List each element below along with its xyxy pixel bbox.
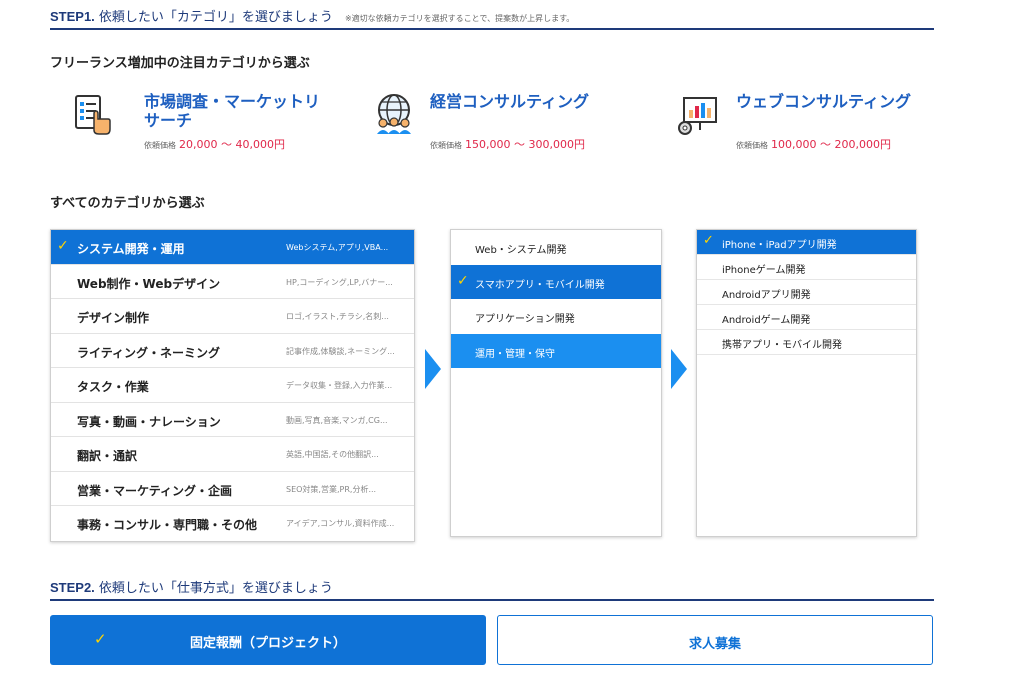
- subcategory-name: Web・システム開発: [475, 245, 567, 256]
- detail-name: iPhone・iPadアプリ開発: [722, 240, 837, 251]
- category-item-office-consulting[interactable]: 事務・コンサル・専門職・その他 アイデア,コンサル,資料作成...: [51, 506, 414, 541]
- category-list: ✓ システム開発・運用 Webシステム,アプリ,VBA... Web制作・Web…: [50, 229, 415, 542]
- category-name: 翻訳・通訳: [77, 449, 138, 463]
- category-item-sales-marketing[interactable]: 営業・マーケティング・企画 SEO対策,営業,PR,分析...: [51, 472, 414, 506]
- detail-item-android-app[interactable]: Androidアプリ開発: [697, 280, 916, 305]
- subcategory-list: Web・システム開発 ✓ スマホアプリ・モバイル開発 アプリケーション開発 運用…: [450, 229, 662, 537]
- step1-number: STEP1.: [50, 9, 95, 24]
- category-item-writing[interactable]: ライティング・ネーミング 記事作成,体験談,ネーミング...: [51, 334, 414, 368]
- category-item-design[interactable]: デザイン制作 ロゴ,イラスト,チラシ,名刺...: [51, 299, 414, 334]
- category-sub: Webシステム,アプリ,VBA...: [286, 243, 389, 252]
- price-label: 依頼価格: [736, 141, 768, 150]
- category-sub: 動画,写真,音楽,マンガ,CG...: [286, 415, 388, 425]
- step2-number: STEP2.: [50, 580, 95, 595]
- featured-category-web-consulting[interactable]: ウェブコンサルティング 依頼価格 100,000 〜 200,000円: [676, 92, 916, 162]
- price-value: 20,000 〜 40,000円: [179, 138, 285, 151]
- category-name: デザイン制作: [77, 311, 150, 325]
- arrow-right-icon: [425, 349, 441, 389]
- subcategory-item-application[interactable]: アプリケーション開発: [451, 299, 661, 334]
- arrow-right-icon: [671, 349, 687, 389]
- fixed-reward-button[interactable]: ✓ 固定報酬（プロジェクト）: [50, 615, 486, 665]
- subcategory-name: スマホアプリ・モバイル開発: [475, 279, 605, 291]
- category-name: Web制作・Webデザイン: [77, 276, 221, 291]
- subcategory-name: アプリケーション開発: [475, 314, 575, 325]
- detail-name: Androidアプリ開発: [722, 290, 811, 301]
- chart-board-gear-icon: [676, 92, 720, 136]
- detail-name: iPhoneゲーム開発: [722, 265, 806, 276]
- category-name: ライティング・ネーミング: [77, 345, 221, 360]
- category-name: システム開発・運用: [77, 242, 185, 256]
- category-name: 写真・動画・ナレーション: [77, 414, 221, 429]
- step2-header: STEP2. 依頼したい「仕事方式」を選びましょう: [50, 577, 934, 601]
- globe-people-icon: [372, 92, 416, 136]
- step1-title: 依頼したい「カテゴリ」を選びましょう: [94, 10, 333, 25]
- featured-name: 市場調査・マーケットリサーチ: [144, 92, 321, 130]
- detail-item-android-game[interactable]: Androidゲーム開発: [697, 305, 916, 330]
- checklist-hand-icon: [72, 92, 116, 136]
- category-item-web-design[interactable]: Web制作・Webデザイン HP,コーディング,LP,バナー...: [51, 265, 414, 299]
- featured-name: 経営コンサルティング: [430, 92, 590, 111]
- subcategory-name: 運用・管理・保守: [475, 348, 555, 360]
- category-item-translation[interactable]: 翻訳・通訳 英語,中国語,その他翻訳...: [51, 437, 414, 472]
- all-categories-title: すべてのカテゴリから選ぶ: [50, 196, 205, 211]
- subcategory-item-web-system[interactable]: Web・システム開発: [451, 230, 661, 265]
- check-icon: ✓: [703, 233, 714, 248]
- featured-price: 依頼価格 100,000 〜 200,000円: [736, 136, 891, 152]
- category-name: タスク・作業: [77, 380, 149, 394]
- step1-note: ※適切な依頼カテゴリを選択することで、提案数が上昇します。: [344, 14, 575, 23]
- detail-name: Androidゲーム開発: [722, 315, 811, 326]
- featured-name: ウェブコンサルティング: [736, 92, 912, 111]
- category-sub: 記事作成,体験談,ネーミング...: [286, 346, 395, 356]
- featured-price: 依頼価格 20,000 〜 40,000円: [144, 136, 285, 152]
- category-sub: SEO対策,営業,PR,分析...: [286, 484, 377, 494]
- featured-price: 依頼価格 150,000 〜 300,000円: [430, 136, 585, 152]
- featured-section-title: フリーランス増加中の注目カテゴリから選ぶ: [50, 56, 310, 71]
- category-sub: データ収集・登録,入力作業...: [286, 381, 393, 390]
- price-value: 100,000 〜 200,000円: [771, 138, 891, 151]
- category-item-system-dev[interactable]: ✓ システム開発・運用 Webシステム,アプリ,VBA...: [51, 230, 414, 265]
- job-recruit-button[interactable]: 求人募集: [497, 615, 933, 665]
- detail-item-iphone-ipad-app[interactable]: ✓ iPhone・iPadアプリ開発: [697, 230, 916, 255]
- category-sub: 英語,中国語,その他翻訳...: [286, 450, 379, 459]
- step1-header: STEP1. 依頼したい「カテゴリ」を選びましょう ※適切な依頼カテゴリを選択する…: [50, 6, 934, 30]
- job-recruit-label: 求人募集: [688, 637, 741, 652]
- check-icon: ✓: [457, 272, 469, 289]
- subcategory-item-mobile-app[interactable]: ✓ スマホアプリ・モバイル開発: [451, 264, 661, 299]
- fixed-reward-label: 固定報酬（プロジェクト）: [189, 636, 346, 651]
- detail-list: ✓ iPhone・iPadアプリ開発 iPhoneゲーム開発 Androidアプ…: [696, 229, 917, 537]
- check-icon: ✓: [57, 238, 69, 254]
- featured-category-management-consulting[interactable]: 経営コンサルティング 依頼価格 150,000 〜 300,000円: [372, 92, 612, 162]
- category-name: 営業・マーケティング・企画: [77, 483, 233, 498]
- category-item-photo-video[interactable]: 写真・動画・ナレーション 動画,写真,音楽,マンガ,CG...: [51, 403, 414, 437]
- category-sub: アイデア,コンサル,資料作成...: [286, 519, 395, 528]
- category-item-tasks[interactable]: タスク・作業 データ収集・登録,入力作業...: [51, 368, 414, 403]
- price-label: 依頼価格: [144, 141, 176, 150]
- step2-title: 依頼したい「仕事方式」を選びましょう: [94, 581, 333, 596]
- category-sub: HP,コーディング,LP,バナー...: [286, 277, 393, 287]
- detail-item-mobile-app[interactable]: 携帯アプリ・モバイル開発: [697, 330, 916, 355]
- category-name: 事務・コンサル・専門職・その他: [77, 518, 258, 532]
- category-sub: ロゴ,イラスト,チラシ,名刺...: [286, 312, 389, 321]
- detail-item-iphone-game[interactable]: iPhoneゲーム開発: [697, 255, 916, 280]
- detail-name: 携帯アプリ・モバイル開発: [722, 340, 842, 351]
- featured-category-market-research[interactable]: 市場調査・マーケットリサーチ 依頼価格 20,000 〜 40,000円: [72, 92, 320, 162]
- subcategory-item-operation[interactable]: 運用・管理・保守: [451, 333, 661, 368]
- price-label: 依頼価格: [430, 141, 462, 150]
- price-value: 150,000 〜 300,000円: [465, 138, 585, 151]
